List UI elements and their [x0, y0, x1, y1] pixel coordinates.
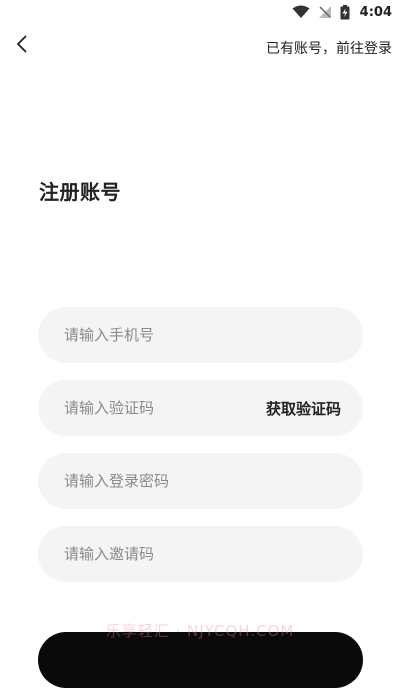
invite-code-field[interactable]	[38, 526, 363, 582]
no-signal-icon	[318, 5, 332, 19]
back-button[interactable]	[10, 32, 34, 60]
wifi-icon	[292, 5, 310, 19]
password-field[interactable]	[38, 453, 363, 509]
top-bar: 已有账号，前往登录	[0, 28, 400, 64]
invite-code-input[interactable]	[62, 544, 341, 564]
status-time: 4:04	[359, 4, 392, 20]
chevron-left-icon	[16, 35, 28, 57]
verification-code-field[interactable]: 获取验证码	[38, 380, 363, 436]
phone-input[interactable]	[62, 325, 341, 345]
get-code-button[interactable]: 获取验证码	[266, 398, 341, 419]
battery-charging-icon	[340, 4, 350, 20]
login-link[interactable]: 已有账号，前往登录	[266, 38, 392, 58]
status-bar: 4:04	[0, 0, 400, 24]
phone-field[interactable]	[38, 307, 363, 363]
page-title: 注册账号	[39, 180, 121, 204]
password-input[interactable]	[62, 471, 341, 491]
verification-code-input[interactable]	[62, 398, 266, 418]
register-button[interactable]	[38, 632, 363, 688]
